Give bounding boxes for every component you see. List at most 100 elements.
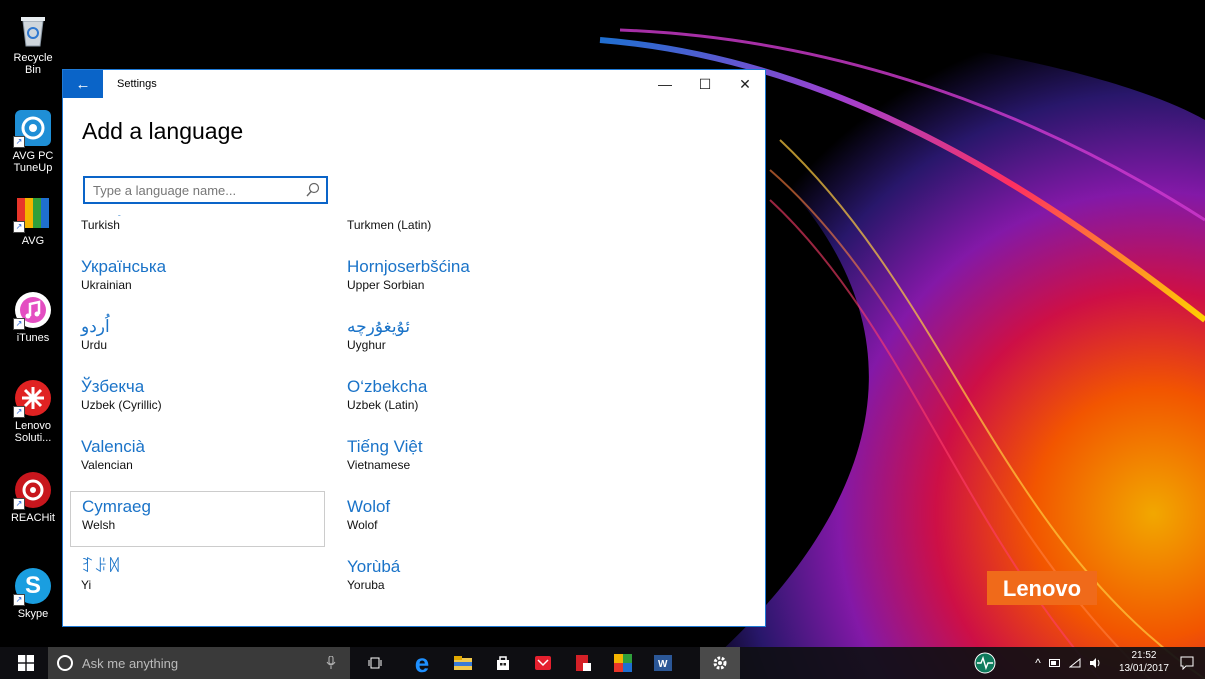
language-search-box[interactable]: [83, 176, 328, 204]
language-list[interactable]: Türkçe Turkish Türkmen dili Turkmen (Lat…: [63, 206, 763, 626]
maximize-button[interactable]: ☐: [685, 70, 725, 98]
language-native-name: اُردو: [81, 317, 110, 336]
language-english-name: Vietnamese: [347, 458, 411, 472]
reachit-icon: ↗: [13, 472, 51, 510]
reachit-taskbar-icon: [576, 655, 591, 671]
clock-time: 21:52: [1131, 650, 1157, 661]
list-scroll-mask: [63, 206, 763, 215]
shortcut-arrow-icon: ↗: [13, 318, 25, 330]
language-search-input[interactable]: [85, 181, 300, 199]
word-icon: W: [654, 655, 672, 671]
chevron-up-icon[interactable]: ^: [1035, 656, 1041, 670]
window-title: Settings: [117, 78, 157, 90]
language-item-ukrainian[interactable]: Українська Ukrainian: [70, 252, 325, 308]
clock-date: 13/01/2017: [1118, 663, 1169, 674]
action-center-button[interactable]: [1173, 647, 1201, 679]
close-button[interactable]: ✕: [725, 70, 765, 98]
language-english-name: Ukrainian: [81, 278, 132, 292]
avg-icon: ↗: [13, 195, 51, 233]
red-app-icon: [535, 656, 551, 670]
language-native-name: Ўзбекча: [81, 377, 145, 396]
desktop-icon-label: Recycle Bin: [13, 52, 53, 76]
language-english-name: Wolof: [347, 518, 378, 532]
desktop-icon-avg-tuneup[interactable]: ↗ AVG PC TuneUp: [4, 110, 62, 174]
edge-icon: e: [414, 647, 430, 678]
task-view-button[interactable]: [360, 647, 390, 679]
language-native-name: Українська: [81, 257, 167, 276]
desktop-icon-label: AVG PC TuneUp: [12, 150, 54, 174]
shortcut-arrow-icon: ↗: [13, 498, 25, 510]
desktop-icon-recycle-bin[interactable]: Recycle Bin: [4, 12, 62, 76]
taskbar-store[interactable]: [486, 647, 520, 679]
back-button[interactable]: ←: [63, 70, 103, 98]
svg-text:W: W: [658, 659, 668, 670]
windows-logo-icon: [18, 655, 34, 671]
minimize-icon: —: [658, 76, 672, 92]
language-item-wolof[interactable]: Wolof Wolof: [336, 492, 591, 548]
taskbar-settings[interactable]: [700, 647, 740, 679]
language-item-yoruba[interactable]: Yorùbá Yoruba: [336, 552, 591, 608]
shortcut-arrow-icon: ↗: [13, 406, 25, 418]
taskbar-reachit[interactable]: [566, 647, 600, 679]
tray-health-app[interactable]: [968, 647, 1002, 679]
desktop-icon-label: Skype: [17, 608, 49, 620]
language-english-name: Welsh: [82, 518, 116, 532]
language-native-name: Yorùbá: [347, 557, 401, 576]
search-icon[interactable]: [306, 182, 320, 198]
desktop-icon-label: Lenovo Soluti...: [14, 420, 52, 444]
back-arrow-icon: ←: [75, 75, 91, 93]
language-native-name: Cymraeg: [82, 497, 151, 516]
gear-icon: [713, 656, 727, 670]
language-english-name: Turkmen (Latin): [347, 218, 432, 232]
taskbar: Ask me anything e W ^ 21:52 13/01/2017: [0, 647, 1205, 679]
language-native-name: ꆈꌠꉙ: [81, 557, 121, 576]
language-item-welsh[interactable]: Cymraeg Welsh: [70, 491, 325, 547]
minimize-button[interactable]: —: [645, 70, 685, 98]
battery-icon[interactable]: [1048, 659, 1061, 667]
language-item-uzbek-cyrillic[interactable]: Ўзбекча Uzbek (Cyrillic): [70, 372, 325, 428]
language-item-vietnamese[interactable]: Tiếng Việt Vietnamese: [336, 432, 591, 488]
system-tray[interactable]: ^: [1018, 647, 1118, 679]
language-native-name: Hornjoserbšćina: [347, 257, 470, 276]
desktop-icon-skype[interactable]: S ↗ Skype: [4, 568, 62, 620]
cortana-search-box[interactable]: Ask me anything: [48, 647, 350, 679]
taskbar-edge[interactable]: e: [405, 647, 439, 679]
language-item-uzbek-latin[interactable]: O‘zbekcha Uzbek (Latin): [336, 372, 591, 428]
start-button[interactable]: [10, 647, 42, 679]
language-native-name: ئۇيغۇرچە: [347, 317, 411, 336]
language-item-urdu[interactable]: اُردو Urdu: [70, 312, 325, 368]
shortcut-arrow-icon: ↗: [13, 221, 25, 233]
language-item-valencian[interactable]: Valencià Valencian: [70, 432, 325, 488]
skype-icon: S ↗: [13, 568, 51, 606]
taskbar-clock[interactable]: 21:52 13/01/2017: [1119, 649, 1169, 675]
language-english-name: Turkish: [81, 218, 120, 232]
task-view-icon: [368, 657, 382, 669]
desktop-icon-lenovo-solutions[interactable]: ↗ Lenovo Soluti...: [4, 380, 62, 444]
language-item-upper-sorbian[interactable]: Hornjoserbšćina Upper Sorbian: [336, 252, 591, 308]
taskbar-photos-app[interactable]: [606, 647, 640, 679]
desktop-icon-avg[interactable]: ↗ AVG: [4, 195, 62, 247]
language-native-name: O‘zbekcha: [347, 377, 428, 396]
wifi-icon[interactable]: [1068, 658, 1081, 668]
colorful-app-icon: [614, 654, 632, 672]
language-english-name: Uyghur: [347, 338, 386, 352]
settings-window: ← Settings — ☐ ✕ Add a language Türkçe T…: [62, 69, 766, 627]
maximize-icon: ☐: [698, 75, 712, 92]
language-english-name: Valencian: [81, 458, 133, 472]
taskbar-word[interactable]: W: [646, 647, 680, 679]
volume-icon[interactable]: [1089, 658, 1101, 668]
language-item-uyghur[interactable]: ئۇيغۇرچە Uyghur: [336, 312, 591, 368]
file-explorer-icon: [454, 656, 472, 670]
desktop-icon-itunes[interactable]: ↗ iTunes: [4, 292, 62, 344]
title-bar[interactable]: ← Settings — ☐ ✕: [63, 70, 765, 98]
cortana-icon: [57, 655, 73, 671]
lenovo-solutions-icon: ↗: [13, 380, 51, 418]
shortcut-arrow-icon: ↗: [13, 594, 25, 606]
taskbar-file-explorer[interactable]: [446, 647, 480, 679]
language-item-yi[interactable]: ꆈꌠꉙ Yi: [70, 552, 325, 608]
close-icon: ✕: [739, 75, 751, 92]
language-native-name: Valencià: [81, 437, 145, 456]
microphone-icon[interactable]: [326, 656, 336, 670]
desktop-icon-reachit[interactable]: ↗ REACHit: [4, 472, 62, 524]
taskbar-mail-app[interactable]: [526, 647, 560, 679]
